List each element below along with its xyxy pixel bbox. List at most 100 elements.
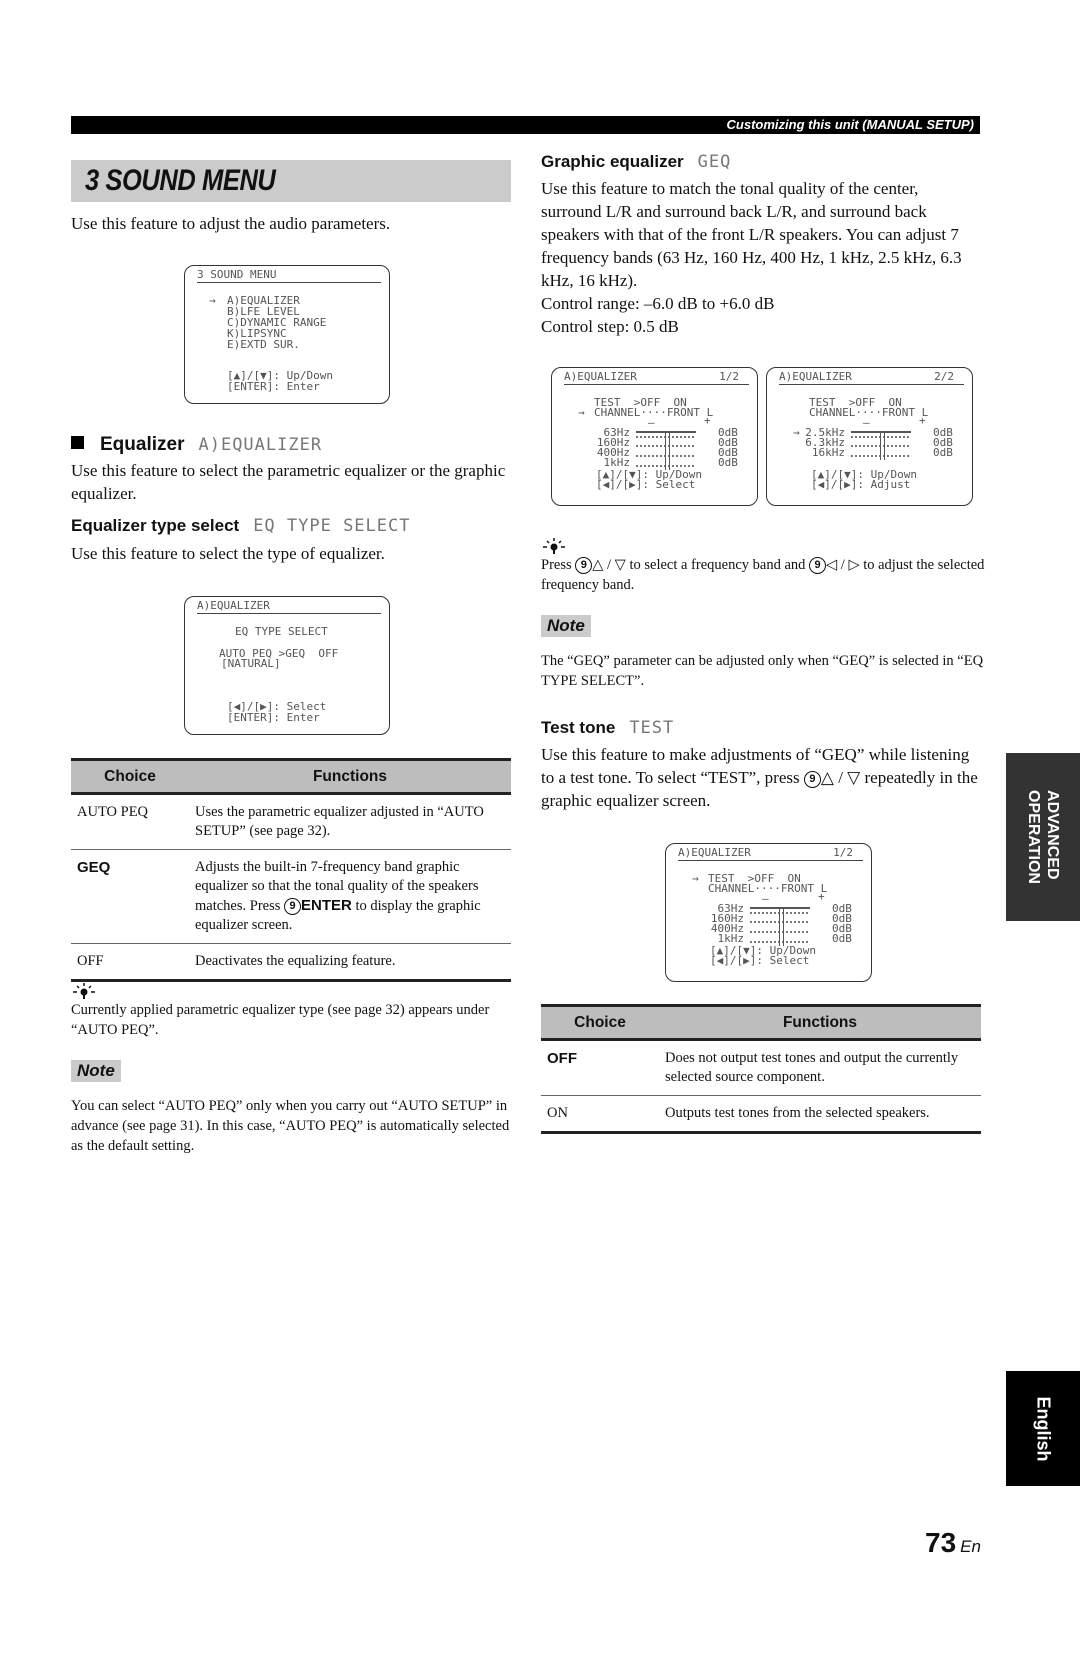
eq-type-choices-table: Choice Functions AUTO PEQ Uses the param…: [71, 758, 511, 982]
choice-cell: OFF: [71, 943, 189, 982]
lcd-tag: EQ TYPE SELECT: [253, 516, 411, 536]
lcd-scale-minus: –: [863, 416, 870, 429]
key-9-icon: 9: [575, 557, 593, 574]
function-cell: Outputs test tones from the selected spe…: [659, 1095, 981, 1134]
section-header-bar: Customizing this unit (MANUAL SETUP): [71, 116, 980, 134]
function-cell: Deactivates the equalizing feature.: [189, 943, 511, 982]
lcd-test-tone: A)EQUALIZER 1/2 → TEST >OFF ON CHANNEL···…: [665, 843, 872, 982]
control-step: Control step: 0.5 dB: [541, 317, 679, 336]
lcd-scale-minus: –: [648, 416, 655, 429]
function-cell: Does not output test tones and output th…: [659, 1039, 981, 1096]
lcd-cursor-icon: →: [578, 406, 585, 419]
band-value: 0dB: [832, 932, 852, 945]
band-level-bar: [636, 449, 696, 460]
page-number: 73 En: [925, 1527, 981, 1558]
tip-lightbulb-icon: [73, 983, 95, 999]
side-tab-label: OPERATION: [1025, 790, 1042, 884]
lcd-page-indicator: 1/2: [833, 846, 853, 859]
band-value: 0dB: [933, 446, 953, 459]
band-level-bar: [636, 439, 696, 450]
table-row: ON Outputs test tones from the selected …: [541, 1095, 981, 1134]
lcd-scale-plus: +: [818, 890, 825, 903]
table-header-row: Choice Functions: [541, 1004, 981, 1041]
lcd-scale-plus: +: [919, 414, 926, 427]
side-tab-label: English: [1033, 1395, 1054, 1462]
table-row: GEQ Adjusts the built-in 7-frequency ban…: [71, 849, 511, 944]
band-freq: 16kHz: [811, 446, 845, 459]
column-header-choice: Choice: [71, 758, 189, 795]
band-freq: 1kHz: [717, 932, 745, 945]
page-title-box: 3 SOUND MENU: [71, 160, 511, 202]
test-tone-description: Use this feature to make adjustments of …: [541, 745, 978, 810]
equalizer-description: Use this feature to select the parametri…: [71, 461, 506, 503]
column-header-functions: Functions: [189, 758, 511, 795]
lcd-menu-item: E)EXTD SUR.: [227, 338, 300, 351]
lcd-title: A)EQUALIZER 1/2: [678, 847, 863, 861]
lcd-title: 3 SOUND MENU: [197, 269, 381, 283]
eq-type-heading: Equalizer type select EQ TYPE SELECT: [71, 516, 411, 536]
table-row: OFF Does not output test tones and outpu…: [541, 1039, 981, 1096]
lcd-eq-type: A)EQUALIZER EQ TYPE SELECT AUTO PEQ >GEQ…: [184, 596, 390, 735]
section-header-text: Customizing this unit (MANUAL SETUP): [726, 117, 974, 132]
band-level-bar: [750, 915, 810, 926]
lcd-help-text: [◀]/[▶]: Select: [710, 954, 810, 967]
lcd-help-text: [◀]/[▶]: Select: [596, 478, 696, 491]
tip-lightbulb-icon: [543, 538, 565, 554]
choice-cell: ON: [541, 1095, 659, 1134]
lcd-page-indicator: 1/2: [719, 370, 739, 383]
control-range: Control range: –6.0 dB to +6.0 dB: [541, 294, 775, 313]
function-cell: Adjusts the built-in 7-frequency band gr…: [189, 849, 511, 944]
test-tone-choices-table: Choice Functions OFF Does not output tes…: [541, 1004, 981, 1134]
table-row: AUTO PEQ Uses the parametric equalizer a…: [71, 793, 511, 850]
lcd-title: A)EQUALIZER: [197, 600, 381, 614]
lcd-line: [NATURAL]: [221, 657, 281, 670]
lcd-scale-minus: –: [762, 892, 769, 905]
lcd-cursor-icon: →: [209, 294, 216, 307]
lcd-geq-page1: A)EQUALIZER 1/2 TEST >OFF ON → CHANNEL···…: [551, 367, 758, 506]
page-title: 3 SOUND MENU: [85, 164, 276, 197]
lcd-cursor-icon: →: [692, 872, 699, 885]
band-level-bar: [851, 439, 911, 450]
lcd-title: A)EQUALIZER 1/2: [564, 371, 749, 385]
choice-cell: OFF: [541, 1039, 659, 1096]
column-header-choice: Choice: [541, 1004, 659, 1041]
square-bullet-icon: [71, 436, 84, 449]
lcd-sound-menu: 3 SOUND MENU → A)EQUALIZER B)LFE LEVEL C…: [184, 265, 390, 404]
band-freq: 1kHz: [603, 456, 631, 469]
lcd-help-text: [ENTER]: Enter: [227, 711, 320, 724]
band-level-bar: [750, 925, 810, 936]
choice-cell: GEQ: [71, 849, 189, 944]
enter-key-label: ENTER: [301, 897, 352, 914]
note-text: The “GEQ” parameter can be adjusted only…: [541, 653, 984, 689]
tip-text: Currently applied parametric equalizer t…: [71, 1002, 490, 1038]
lcd-geq-page2: A)EQUALIZER 2/2 TEST >OFF ON CHANNEL····F…: [766, 367, 973, 506]
table-row: OFF Deactivates the equalizing feature.: [71, 943, 511, 982]
note-label: Note: [71, 1060, 121, 1082]
lcd-tag: A)EQUALIZER: [198, 435, 323, 455]
side-tab-advanced-operation[interactable]: ADVANCED OPERATION: [1006, 753, 1080, 921]
side-tab-english[interactable]: English: [1006, 1371, 1080, 1486]
key-9-icon: 9: [803, 771, 821, 788]
function-cell: Uses the parametric equalizer adjusted i…: [189, 793, 511, 850]
graphic-eq-heading: Graphic equalizer GEQ: [541, 152, 732, 172]
note-text: You can select “AUTO PEQ” only when you …: [71, 1098, 510, 1154]
equalizer-heading: Equalizer A)EQUALIZER: [71, 434, 322, 456]
intro-text: Use this feature to adjust the audio par…: [71, 214, 391, 233]
lcd-tag: TEST: [629, 718, 675, 738]
lcd-title: A)EQUALIZER 2/2: [779, 371, 964, 385]
lcd-scale-plus: +: [704, 414, 711, 427]
lcd-page-indicator: 2/2: [934, 370, 954, 383]
key-9-icon: 9: [809, 557, 827, 574]
lcd-tag: GEQ: [697, 152, 732, 172]
eq-type-description: Use this feature to select the type of e…: [71, 544, 385, 563]
note-label: Note: [541, 615, 591, 637]
side-tab-label: ADVANCED: [1044, 790, 1061, 880]
geq-tip-text: Press 9 △ / ▽ to select a frequency band …: [541, 557, 985, 593]
graphic-eq-description: Use this feature to match the tonal qual…: [541, 179, 962, 290]
key-9-icon: 9: [284, 898, 301, 915]
band-level-bar: [851, 449, 911, 460]
column-header-functions: Functions: [659, 1004, 981, 1041]
test-tone-heading: Test tone TEST: [541, 718, 675, 738]
lcd-help-text: [◀]/[▶]: Adjust: [811, 478, 911, 491]
band-value: 0dB: [718, 456, 738, 469]
